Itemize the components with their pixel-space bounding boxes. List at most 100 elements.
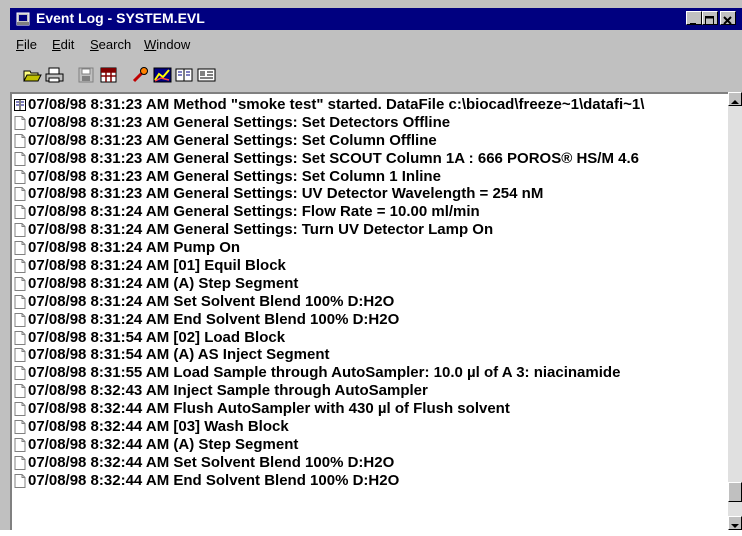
- chart-icon: [153, 67, 172, 83]
- document-icon: [14, 169, 26, 184]
- document-icon: [14, 420, 26, 435]
- log-entry-text: 07/08/98 8:31:55 AM Load Sample through …: [28, 364, 621, 382]
- log-entry[interactable]: 07/08/98 8:31:23 AM General Settings: Se…: [14, 150, 736, 168]
- log-entry[interactable]: 07/08/98 8:31:54 AM (A) AS Inject Segmen…: [14, 346, 736, 364]
- arrow-down-icon: [731, 524, 739, 528]
- log-entry[interactable]: 07/08/98 8:32:44 AM (A) Step Segment: [14, 436, 736, 454]
- log-entry-text: 07/08/98 8:32:44 AM (A) Step Segment: [28, 435, 299, 453]
- log-entry[interactable]: 07/08/98 8:31:24 AM Set Solvent Blend 10…: [14, 293, 736, 311]
- log-entry-text: 07/08/98 8:31:54 AM [02] Load Block: [28, 328, 286, 346]
- tools-button[interactable]: [130, 66, 151, 84]
- scroll-up-button[interactable]: [728, 92, 742, 106]
- log-entry-text: 07/08/98 8:31:24 AM Set Solvent Blend 10…: [28, 292, 395, 310]
- toolbar: [10, 58, 742, 90]
- vertical-scrollbar[interactable]: [728, 92, 742, 530]
- log-entry-text: 07/08/98 8:31:24 AM [01] Equil Block: [28, 257, 286, 275]
- document-icon: [14, 312, 26, 327]
- app-icon: [16, 12, 30, 26]
- log-entry-text: 07/08/98 8:31:24 AM (A) Step Segment: [28, 274, 299, 292]
- log-entry-text: 07/08/98 8:31:54 AM (A) AS Inject Segmen…: [28, 346, 330, 364]
- minimize-button[interactable]: [686, 11, 702, 25]
- arrow-up-icon: [731, 100, 739, 104]
- document-icon: [14, 402, 26, 417]
- window-title: Event Log - SYSTEM.EVL: [36, 10, 205, 26]
- maximize-button[interactable]: [702, 11, 718, 25]
- menu-edit[interactable]: Edit: [52, 37, 74, 52]
- minimize-icon: [690, 23, 696, 25]
- log-entry[interactable]: 07/08/98 8:31:23 AM General Settings: Se…: [14, 132, 736, 150]
- log-entry[interactable]: 07/08/98 8:32:43 AM Inject Sample throug…: [14, 382, 736, 400]
- scroll-thumb[interactable]: [728, 482, 742, 502]
- log-entry-text: 07/08/98 8:31:23 AM General Settings: Se…: [28, 131, 437, 149]
- log-entry[interactable]: 07/08/98 8:31:24 AM [01] Equil Block: [14, 257, 736, 275]
- menu-file[interactable]: File: [16, 37, 37, 52]
- log-entry[interactable]: 07/08/98 8:31:24 AM (A) Step Segment: [14, 275, 736, 293]
- log-entry[interactable]: 07/08/98 8:31:23 AM General Settings: Se…: [14, 168, 736, 186]
- grid-icon: [100, 67, 117, 83]
- log-entry-text: 07/08/98 8:31:24 AM General Settings: Fl…: [28, 203, 480, 221]
- wrench-icon: [132, 67, 148, 83]
- id-card-icon: [197, 68, 216, 82]
- event-log-list[interactable]: 07/08/98 8:31:23 AM Method "smoke test" …: [10, 92, 742, 530]
- maximize-icon: [705, 16, 714, 25]
- document-icon: [14, 151, 26, 166]
- menu-window[interactable]: Window: [144, 37, 190, 52]
- log-rows: 07/08/98 8:31:23 AM Method "smoke test" …: [14, 96, 736, 490]
- open-button[interactable]: [22, 66, 43, 84]
- document-icon: [14, 241, 26, 256]
- log-entry-text: 07/08/98 8:32:43 AM Inject Sample throug…: [28, 382, 428, 400]
- log-entry[interactable]: 07/08/98 8:31:54 AM [02] Load Block: [14, 329, 736, 347]
- log-entry[interactable]: 07/08/98 8:32:44 AM [03] Wash Block: [14, 418, 736, 436]
- chart-button[interactable]: [152, 66, 173, 84]
- log-entry[interactable]: 07/08/98 8:31:23 AM Method "smoke test" …: [14, 96, 736, 114]
- log-entry-text: 07/08/98 8:32:44 AM Set Solvent Blend 10…: [28, 453, 395, 471]
- log-entry[interactable]: 07/08/98 8:32:44 AM Set Solvent Blend 10…: [14, 454, 736, 472]
- scroll-down-button[interactable]: [728, 516, 742, 530]
- log-entry[interactable]: 07/08/98 8:31:23 AM General Settings: Se…: [14, 114, 736, 132]
- log-entry[interactable]: 07/08/98 8:31:23 AM General Settings: UV…: [14, 185, 736, 203]
- printer-icon: [45, 67, 64, 83]
- log-entry-text: 07/08/98 8:31:23 AM General Settings: Se…: [28, 167, 441, 185]
- save-button[interactable]: [76, 66, 97, 84]
- document-icon: [14, 348, 26, 363]
- print-button[interactable]: [44, 66, 65, 84]
- title-bar[interactable]: Event Log - SYSTEM.EVL: [10, 8, 742, 30]
- document-icon: [14, 384, 26, 399]
- log-entry-text: 07/08/98 8:31:24 AM End Solvent Blend 10…: [28, 310, 400, 328]
- event-log-window: Event Log - SYSTEM.EVL File Edit Search …: [0, 0, 742, 530]
- grid-button[interactable]: [98, 66, 119, 84]
- book-icon: [14, 99, 26, 111]
- document-icon: [14, 259, 26, 274]
- menu-bar: File Edit Search Window: [10, 34, 742, 56]
- log-entry-text: 07/08/98 8:32:44 AM [03] Wash Block: [28, 418, 289, 436]
- log-entry[interactable]: 07/08/98 8:31:24 AM General Settings: Tu…: [14, 221, 736, 239]
- close-button[interactable]: [720, 11, 736, 25]
- log-entry[interactable]: 07/08/98 8:31:24 AM Pump On: [14, 239, 736, 257]
- document-icon: [14, 437, 26, 452]
- log-entry-text: 07/08/98 8:32:44 AM Flush AutoSampler wi…: [28, 400, 510, 418]
- document-icon: [14, 223, 26, 238]
- log-entry-text: 07/08/98 8:31:23 AM General Settings: UV…: [28, 185, 544, 203]
- document-icon: [14, 276, 26, 291]
- id-card-button[interactable]: [196, 66, 217, 84]
- save-disabled-icon: [78, 67, 94, 83]
- book-button[interactable]: [174, 66, 195, 84]
- document-icon: [14, 366, 26, 381]
- document-icon: [14, 187, 26, 202]
- log-entry-text: 07/08/98 8:31:24 AM Pump On: [28, 239, 241, 257]
- log-entry-text: 07/08/98 8:31:23 AM General Settings: Se…: [28, 149, 639, 167]
- log-entry[interactable]: 07/08/98 8:32:44 AM Flush AutoSampler wi…: [14, 400, 736, 418]
- log-entry-text: 07/08/98 8:31:23 AM General Settings: Se…: [28, 113, 451, 131]
- log-entry[interactable]: 07/08/98 8:31:55 AM Load Sample through …: [14, 364, 736, 382]
- log-entry[interactable]: 07/08/98 8:31:24 AM End Solvent Blend 10…: [14, 311, 736, 329]
- log-entry[interactable]: 07/08/98 8:31:24 AM General Settings: Fl…: [14, 203, 736, 221]
- open-folder-icon: [23, 70, 42, 82]
- close-icon: [723, 16, 732, 25]
- log-entry[interactable]: 07/08/98 8:32:44 AM End Solvent Blend 10…: [14, 472, 736, 490]
- document-icon: [14, 330, 26, 345]
- document-icon: [14, 455, 26, 470]
- menu-search[interactable]: Search: [90, 37, 131, 52]
- document-icon: [14, 294, 26, 309]
- log-entry-text: 07/08/98 8:32:44 AM End Solvent Blend 10…: [28, 471, 400, 489]
- log-entry-text: 07/08/98 8:31:24 AM General Settings: Tu…: [28, 221, 494, 239]
